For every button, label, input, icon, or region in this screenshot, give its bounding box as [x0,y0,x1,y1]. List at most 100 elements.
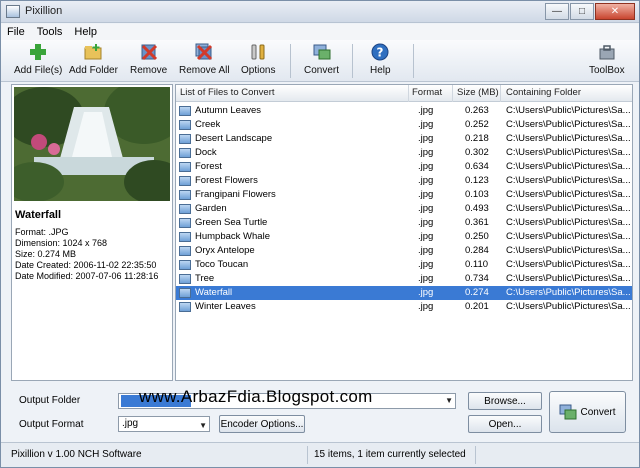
table-row[interactable]: Forest .jpg 0.634 C:\Users\Public\Pictures\… [176,160,632,174]
title-bar[interactable]: Pixillion — □ ✕ [1,1,639,23]
convert-button[interactable]: Convert [549,391,626,433]
remove-button[interactable]: Remove [130,42,167,80]
cell-folder: C:\Users\Public\Pictures\Sa... [506,231,631,242]
cell-format: .jpg [418,245,434,256]
browse-button[interactable]: Browse... [468,392,542,410]
info-format: Format: .JPG [15,227,69,237]
cell-folder: C:\Users\Public\Pictures\Sa... [506,245,631,256]
maximize-icon[interactable]: □ [570,3,594,20]
image-file-icon [179,288,191,298]
cell-folder: C:\Users\Public\Pictures\Sa... [506,203,631,214]
column-header-folder[interactable]: Containing Folder [506,87,581,98]
cell-folder: C:\Users\Public\Pictures\Sa... [506,217,631,228]
cell-folder: C:\Users\Public\Pictures\Sa... [506,119,631,130]
convert-icon [559,404,577,420]
toolbox-button[interactable]: ToolBox [589,42,625,80]
cell-format: .jpg [418,161,434,172]
remove-all-icon [195,43,213,61]
column-header-size[interactable]: Size (MB) [457,87,499,98]
cell-size: 0.110 [465,259,489,270]
table-row[interactable]: Humpback Whale .jpg 0.250 C:\Users\Public\P… [176,230,632,244]
table-row[interactable]: Autumn Leaves .jpg 0.263 C:\Users\Public\Pi… [176,104,632,118]
image-file-icon [179,134,191,144]
table-row[interactable]: Oryx Antelope .jpg 0.284 C:\Users\Public\Pi… [176,244,632,258]
open-label: Open... [488,418,522,430]
output-format-select[interactable]: .jpg ▼ [118,416,210,432]
minimize-icon[interactable]: — [545,3,569,20]
window-title: Pixillion [25,5,63,17]
file-info-panel: Waterfall Format: .JPG Dimension: 1024 x… [11,84,173,381]
cell-name: Garden [195,203,227,214]
convert-toolbar-button[interactable]: Convert [304,42,339,80]
remove-all-button[interactable]: Remove All [179,42,230,80]
cell-name: Desert Landscape [195,133,273,144]
menu-help[interactable]: Help [68,26,103,38]
cell-name: Winter Leaves [195,301,256,312]
dropdown-arrow-icon[interactable]: ▼ [199,419,207,433]
output-format-label: Output Format [19,419,84,430]
file-list-header: List of Files to Convert Format Size (MB… [176,85,632,102]
info-date-modified: Date Modified: 2007-07-06 11:28:16 [15,271,159,281]
menu-file[interactable]: File [1,26,31,38]
waterfall-preview-image [14,87,170,201]
image-file-icon [179,204,191,214]
cell-size: 0.218 [465,133,489,144]
cell-folder: C:\Users\Public\Pictures\Sa... [506,105,631,116]
table-row[interactable]: Green Sea Turtle .jpg 0.361 C:\Users\Public… [176,216,632,230]
open-button[interactable]: Open... [468,415,542,433]
options-label: Options [241,65,276,76]
encoder-options-button[interactable]: Encoder Options... [219,415,305,433]
help-icon: ? [371,43,389,61]
table-row[interactable]: Forest Flowers .jpg 0.123 C:\Users\Public\P… [176,174,632,188]
status-divider [475,446,476,464]
table-row[interactable]: Garden .jpg 0.493 C:\Users\Public\Pictures\… [176,202,632,216]
options-button[interactable]: Options [241,42,275,80]
add-folder-button[interactable]: Add Folder [69,42,118,80]
file-list[interactable]: List of Files to Convert Format Size (MB… [175,84,633,381]
table-row[interactable]: Desert Landscape .jpg 0.218 C:\Users\Public… [176,132,632,146]
cell-format: .jpg [418,175,434,186]
image-file-icon [179,148,191,158]
dropdown-arrow-icon[interactable]: ▼ [445,396,453,405]
menu-tools[interactable]: Tools [31,26,69,38]
add-files-button[interactable]: Add File(s) [14,42,62,80]
help-label: Help [370,65,391,76]
add-files-label: Add File(s) [14,65,63,76]
table-row[interactable]: Winter Leaves .jpg 0.201 C:\Users\Public\Pi… [176,300,632,314]
close-icon[interactable]: ✕ [595,3,635,20]
toolbar: Add File(s) Add Folder Remove Remove All [1,40,639,82]
cell-format: .jpg [418,301,434,312]
convert-button-label: Convert [580,406,616,418]
column-header-name[interactable]: List of Files to Convert [180,87,275,98]
table-row[interactable]: Creek .jpg 0.252 C:\Users\Public\Pictures\S… [176,118,632,132]
help-button[interactable]: ? Help [370,42,391,80]
toolbar-separator [413,44,414,78]
cell-format: .jpg [418,259,434,270]
table-row[interactable]: Tree .jpg 0.734 C:\Users\Public\Pictures\Sa… [176,272,632,286]
cell-name: Waterfall [195,287,233,298]
table-row[interactable]: Frangipani Flowers .jpg 0.103 C:\Users\Publ… [176,188,632,202]
table-row[interactable]: Toco Toucan .jpg 0.110 C:\Users\Public\Pict… [176,258,632,272]
image-file-icon [179,120,191,130]
table-row[interactable]: Dock .jpg 0.302 C:\Users\Public\Pictures\Sa… [176,146,632,160]
column-divider [408,85,409,102]
cell-name: Frangipani Flowers [195,189,276,200]
cell-format: .jpg [418,133,434,144]
cell-name: Humpback Whale [195,231,270,242]
output-format-value: .jpg [122,418,139,429]
status-divider [307,446,308,464]
convert-icon [313,44,330,60]
image-file-icon [179,302,191,312]
remove-all-label: Remove All [179,65,230,76]
cell-size: 0.493 [465,203,489,214]
toolbox-label: ToolBox [589,65,625,76]
table-row[interactable]: Waterfall .jpg 0.274 C:\Users\Public\Pictur… [176,286,632,300]
cell-folder: C:\Users\Public\Pictures\Sa... [506,189,631,200]
cell-size: 0.302 [465,147,489,158]
image-file-icon [179,260,191,270]
add-folder-label: Add Folder [69,65,118,76]
remove-icon [141,44,157,61]
cell-format: .jpg [418,119,434,130]
column-header-format[interactable]: Format [412,87,442,98]
image-file-icon [179,246,191,256]
